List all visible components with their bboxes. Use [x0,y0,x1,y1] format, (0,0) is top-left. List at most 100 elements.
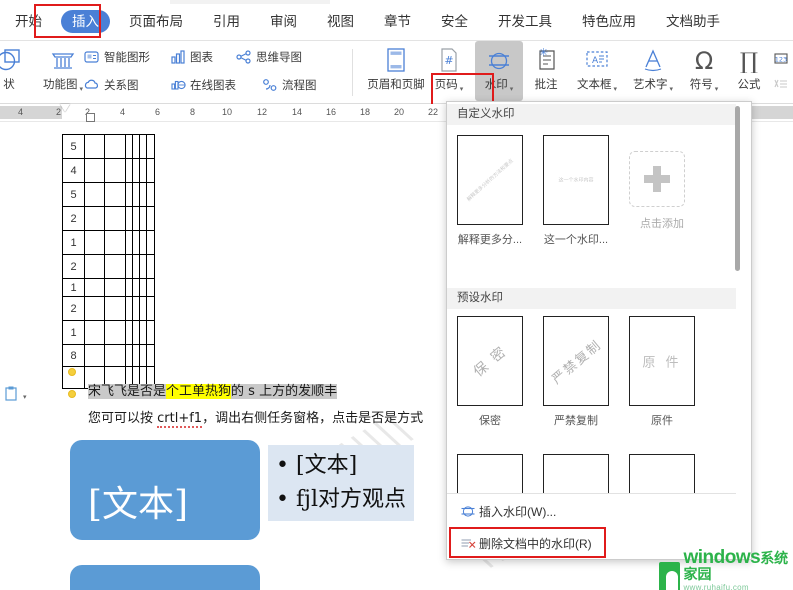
table-cell[interactable] [84,206,105,231]
table-cell[interactable] [84,230,105,255]
shape-button[interactable]: 状 [0,41,36,101]
drop-cap-button[interactable]: 首字下 [771,71,793,97]
table-cell[interactable] [139,254,147,279]
table-cell[interactable] [139,320,147,345]
table-cell[interactable] [125,158,133,183]
table-cell[interactable] [146,254,155,279]
table-cell[interactable] [125,278,133,297]
table-cell[interactable] [132,182,140,207]
table-cell[interactable]: 5 [62,182,85,207]
table-cell[interactable] [125,344,133,367]
table-cell[interactable] [125,320,133,345]
table-cell[interactable] [104,206,126,231]
first-line-indent-marker[interactable] [60,104,70,112]
table-row[interactable]: 2 [62,206,155,231]
ribbon-tab-3[interactable]: 引用 [202,10,251,33]
chevron-down-icon[interactable]: ▾ [715,86,719,93]
watermark-preview[interactable] [543,454,609,494]
table-cell[interactable] [84,182,105,207]
flowchart-button[interactable]: 流程图 [260,72,330,98]
table-cell[interactable] [139,206,147,231]
table-cell[interactable] [139,278,147,297]
left-indent-marker[interactable] [86,113,95,122]
table-cell[interactable] [132,296,140,321]
table-cell[interactable] [104,134,126,159]
chevron-down-icon[interactable]: ▾ [669,86,673,93]
watermark-thumb[interactable]: 严禁复制 严禁复制 [543,316,609,428]
table-cell[interactable] [146,206,155,231]
paragraph-2[interactable]: 您可可以按 crtl+f1，调出右侧任务窗格，点击是否是方式 [88,407,423,428]
watermark-thumb[interactable]: 解释更多分析的方法和要点 解释更多分... [457,135,523,247]
table-cell[interactable] [84,278,105,297]
watermark-thumb[interactable]: 保 密 保密 [457,316,523,428]
table-cell[interactable]: 5 [62,134,85,159]
chevron-down-icon[interactable]: ▾ [460,86,464,93]
smartart-button[interactable]: 智能图形 [82,44,168,70]
ribbon-tab-4[interactable]: 审阅 [259,10,308,33]
table-row[interactable]: 1 [62,320,155,345]
panel-scrollbar-thumb[interactable] [735,106,740,271]
table-cell[interactable] [125,206,133,231]
table-cell[interactable] [132,158,140,183]
table-cell[interactable] [132,344,140,367]
table-cell[interactable] [146,296,155,321]
document-table[interactable]: 5452121218 [62,134,155,389]
ribbon-tab-7[interactable]: 安全 [430,10,479,33]
table-cell[interactable] [139,158,147,183]
paste-options-icon[interactable]: ▾ [4,386,27,402]
table-cell[interactable] [139,182,147,207]
table-row[interactable]: 5 [62,134,155,159]
table-cell[interactable] [132,254,140,279]
watermark-button[interactable]: 水印 ▾ [475,41,523,101]
insert-number-button[interactable]: 123 插入数 [771,45,793,71]
table-cell[interactable] [139,344,147,367]
table-cell[interactable] [104,278,126,297]
table-cell[interactable]: 4 [62,158,85,183]
chevron-down-icon[interactable]: ▾ [510,86,514,93]
table-cell[interactable] [132,278,140,297]
table-cell[interactable] [84,158,105,183]
watermark-preview[interactable] [629,454,695,494]
ribbon-tab-5[interactable]: 视图 [316,10,365,33]
table-cell[interactable] [104,182,126,207]
table-cell[interactable] [139,296,147,321]
comment-button[interactable]: ✳ 批注 [523,41,569,101]
table-cell[interactable] [125,296,133,321]
bullet-list-block[interactable]: • [文本] • fjl对方观点 [268,445,414,521]
table-cell[interactable] [132,230,140,255]
table-cell[interactable] [125,254,133,279]
table-cell[interactable] [104,344,126,367]
table-row[interactable]: 1 [62,230,155,255]
textbox-button[interactable]: A 文本框 ▾ [569,41,625,101]
watermark-thumb[interactable]: 这一个水印内容 这一个水印... [543,135,609,247]
table-cell[interactable] [125,230,133,255]
table-cell[interactable] [132,206,140,231]
table-cell[interactable] [132,320,140,345]
table-cell[interactable] [139,230,147,255]
table-cell[interactable] [104,296,126,321]
table-cell[interactable]: 1 [62,320,85,345]
chevron-down-icon[interactable]: ▾ [23,393,27,401]
table-cell[interactable] [146,344,155,367]
table-cell[interactable] [146,158,155,183]
table-row[interactable]: 2 [62,254,155,279]
ribbon-tab-8[interactable]: 开发工具 [487,10,563,33]
table-cell[interactable] [104,158,126,183]
table-cell[interactable] [125,134,133,159]
table-cell[interactable] [125,182,133,207]
table-cell[interactable]: 8 [62,344,85,367]
table-cell[interactable] [84,254,105,279]
table-row[interactable]: 5 [62,182,155,207]
table-cell[interactable] [84,134,105,159]
ribbon-tab-1[interactable]: 插入 [61,9,110,33]
chart-button[interactable]: 图表 [168,44,234,70]
table-cell[interactable]: 1 [62,278,85,297]
ribbon-tab-9[interactable]: 特色应用 [571,10,647,33]
wordart-button[interactable]: 艺术字 ▾ [625,41,681,101]
watermark-thumb[interactable]: 原 件 原件 [629,316,695,428]
table-row[interactable]: 4 [62,158,155,183]
table-cell[interactable] [146,134,155,159]
paragraph-1[interactable]: 宋飞飞是否是个工单热狗的 s 上方的发顺丰 [88,380,338,399]
ribbon-tab-2[interactable]: 页面布局 [118,10,194,33]
header-footer-button[interactable]: 页眉和页脚 [365,41,427,101]
